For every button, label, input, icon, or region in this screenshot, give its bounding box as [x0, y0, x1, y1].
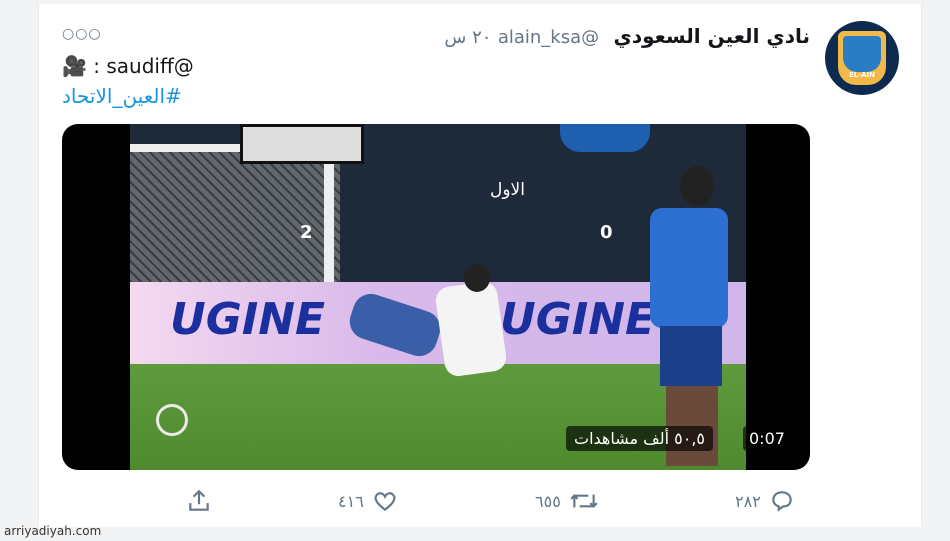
- video-player[interactable]: 2 0 الاول UGINE UGINE ٥٠,٥ ألف مشاهدات 0…: [62, 124, 810, 470]
- ad-text: UGINE: [170, 294, 326, 345]
- retweet-icon: [570, 494, 598, 508]
- stadium-banner: [240, 124, 364, 164]
- share-button[interactable]: [186, 488, 212, 514]
- like-button[interactable]: ٤١٦: [338, 488, 398, 514]
- source-watermark: arriyadiyah.com: [4, 524, 102, 538]
- ad-text: UGINE: [500, 294, 656, 345]
- tweet-header: نادي العين السعودي @alain_ksa ٢٠ س: [444, 24, 810, 48]
- view-count: ٥٠,٥ ألف مشاهدات: [566, 426, 713, 451]
- player-white: [420, 264, 520, 414]
- retweet-button[interactable]: ٦٥٥: [535, 488, 599, 514]
- goal-net: [130, 152, 340, 282]
- scoreboard-left: 2: [300, 222, 313, 243]
- tweet-text-line: 🎥 : saudiff@: [62, 54, 194, 78]
- heart-icon: [374, 492, 396, 512]
- player-blue: [650, 166, 730, 466]
- reply-count: ٢٨٢: [735, 491, 761, 511]
- reply-button[interactable]: ٢٨٢: [735, 488, 795, 514]
- broadcaster-logo-icon: [156, 404, 188, 436]
- club-crest-icon: EL-AIN: [838, 31, 886, 85]
- account-handle[interactable]: @alain_ksa: [498, 27, 599, 48]
- tweet-time[interactable]: ٢٠ س: [444, 27, 491, 48]
- share-icon: [189, 489, 209, 511]
- video-duration: 0:07: [743, 426, 791, 451]
- match-period: الاول: [490, 180, 525, 200]
- stadium-banner: [560, 124, 650, 152]
- reply-icon: [772, 491, 792, 512]
- scoreboard-right: 0: [600, 222, 613, 243]
- video-frame: 2 0 الاول UGINE UGINE: [130, 124, 746, 470]
- hashtag-link[interactable]: #العين_الاتحاد: [62, 84, 182, 108]
- like-count: ٤١٦: [338, 491, 364, 511]
- account-avatar[interactable]: EL-AIN: [825, 21, 899, 95]
- account-name[interactable]: نادي العين السعودي: [614, 24, 811, 48]
- retweet-count: ٦٥٥: [535, 491, 561, 511]
- more-options-icon[interactable]: ○○○: [62, 26, 102, 42]
